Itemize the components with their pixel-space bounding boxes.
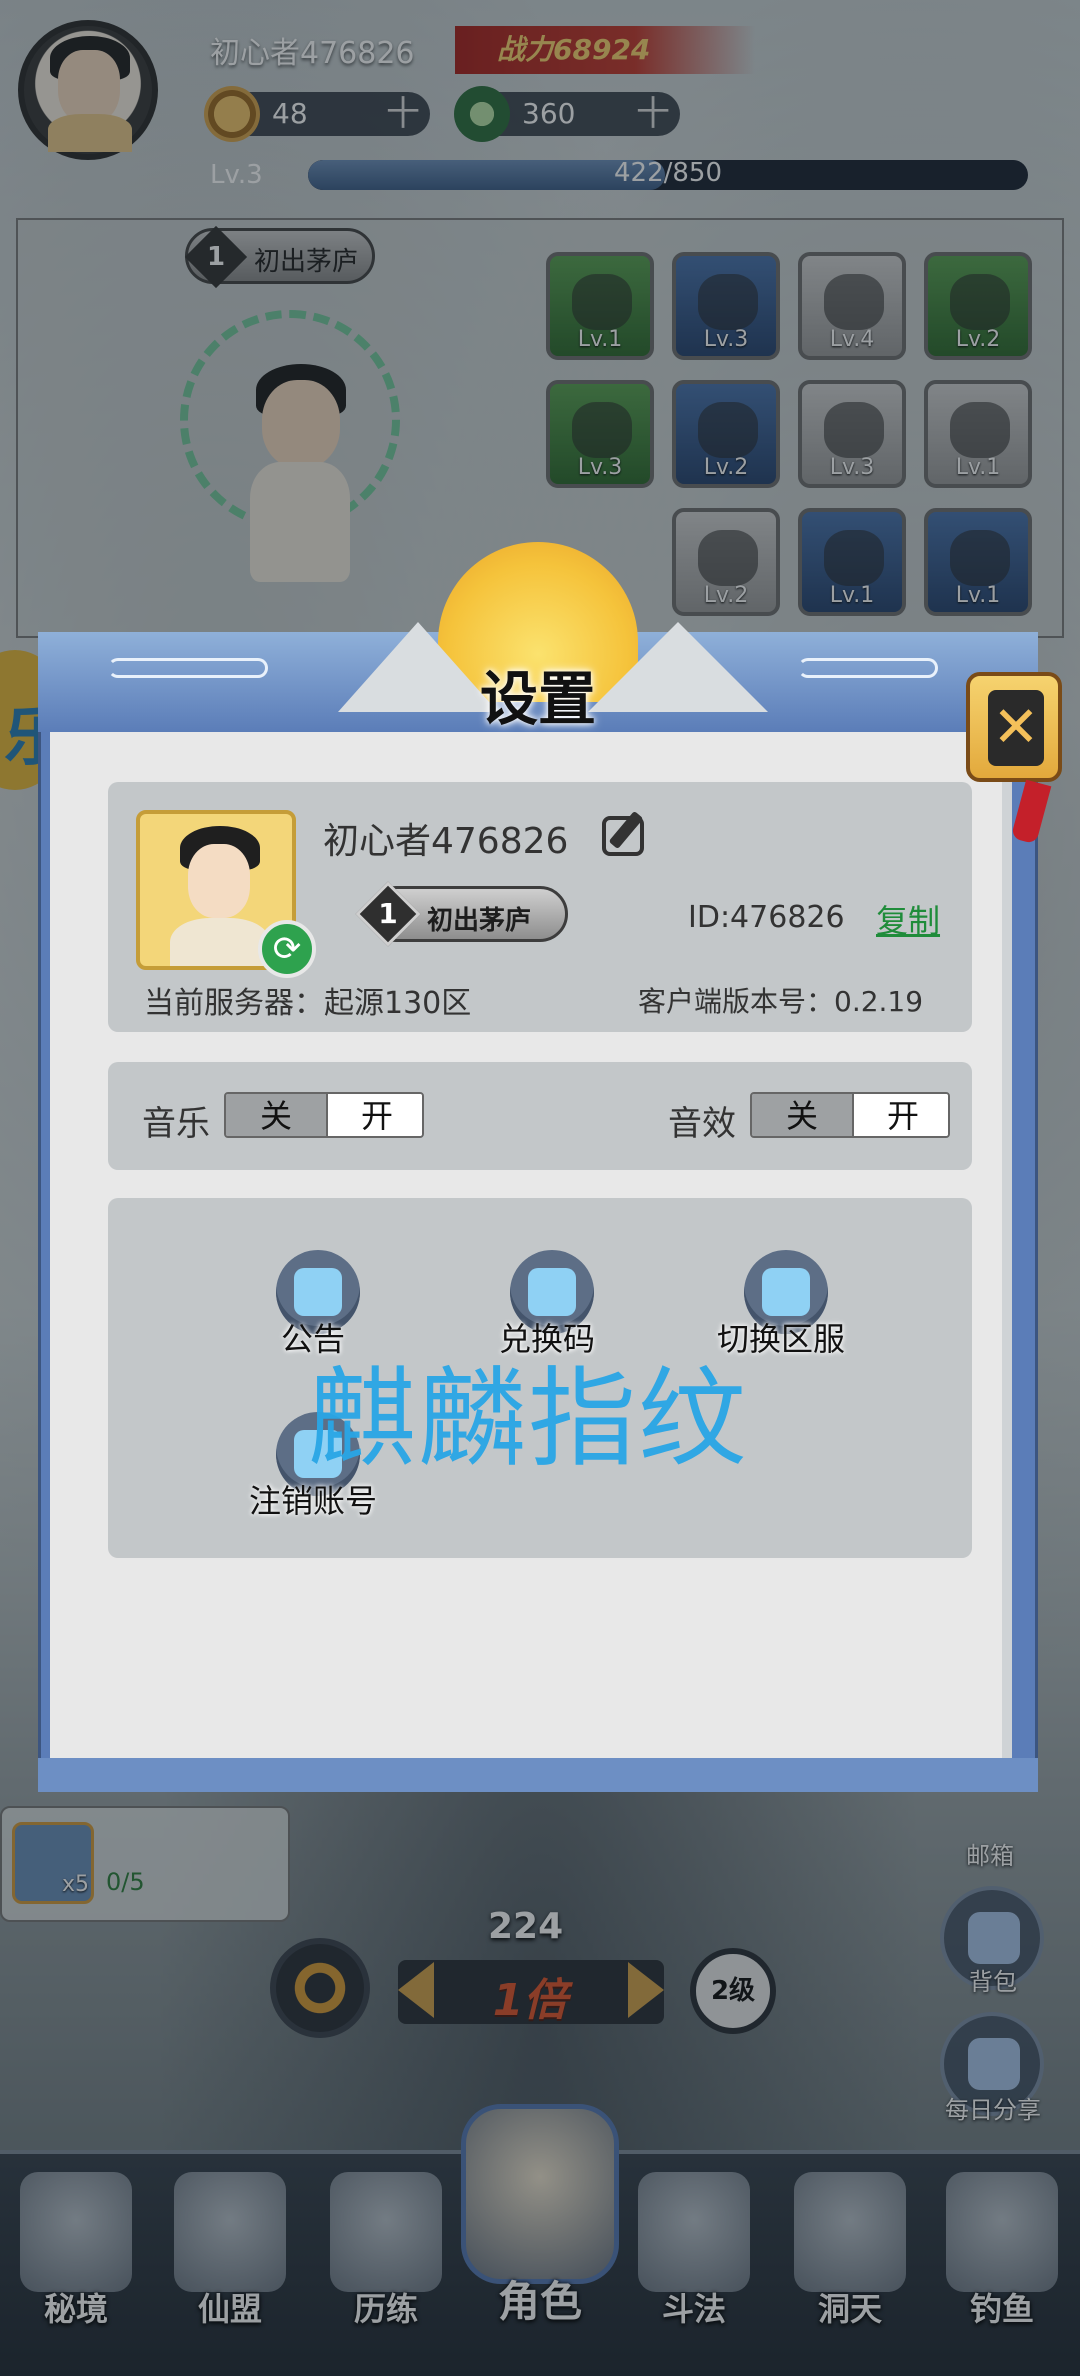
avatar-robe: [170, 918, 270, 966]
music-label: 音乐: [142, 1104, 210, 1144]
profile-name: 初心者476826: [323, 821, 569, 862]
watermark-text: 麒麟指纹: [308, 1357, 749, 1482]
close-icon: ✕: [988, 690, 1044, 766]
copy-id-button[interactable]: 复制: [876, 896, 940, 942]
sfx-off-option[interactable]: 关: [752, 1094, 852, 1136]
rank-number: 1: [355, 881, 421, 947]
avatar-face: [188, 844, 250, 918]
music-on-option[interactable]: 开: [326, 1094, 422, 1136]
sfx-on-option[interactable]: 开: [852, 1094, 948, 1136]
close-button[interactable]: ✕: [966, 672, 1062, 782]
rank-title: 初出茅庐: [427, 906, 532, 936]
sound-card: 音乐 关 开 音效 关 开: [108, 1062, 972, 1170]
server-label: 当前服务器：起源130区: [144, 986, 472, 1021]
refresh-icon[interactable]: ⟳: [258, 920, 316, 978]
version-label: 客户端版本号：0.2.19: [638, 985, 924, 1018]
edit-icon[interactable]: [598, 810, 654, 860]
sfx-toggle[interactable]: 关 开: [750, 1092, 950, 1138]
profile-card: ⟳ 初心者476826 1 初出茅庐 ID:476826 复制 当前服务器：起源…: [108, 782, 972, 1032]
music-off-option[interactable]: 关: [226, 1094, 326, 1136]
rank-badge: 1 初出茅庐: [355, 881, 568, 947]
settings-dialog: 设置 ⟳ 初心者476826 1 初出茅庐 ID:476826 复制 当前服务器…: [38, 542, 1062, 1792]
sfx-label: 音效: [668, 1104, 736, 1144]
music-toggle[interactable]: 关 开: [224, 1092, 424, 1138]
dialog-footer: [38, 1758, 1038, 1792]
player-id: ID:476826: [688, 900, 845, 935]
dialog-title: 设置: [479, 665, 596, 733]
